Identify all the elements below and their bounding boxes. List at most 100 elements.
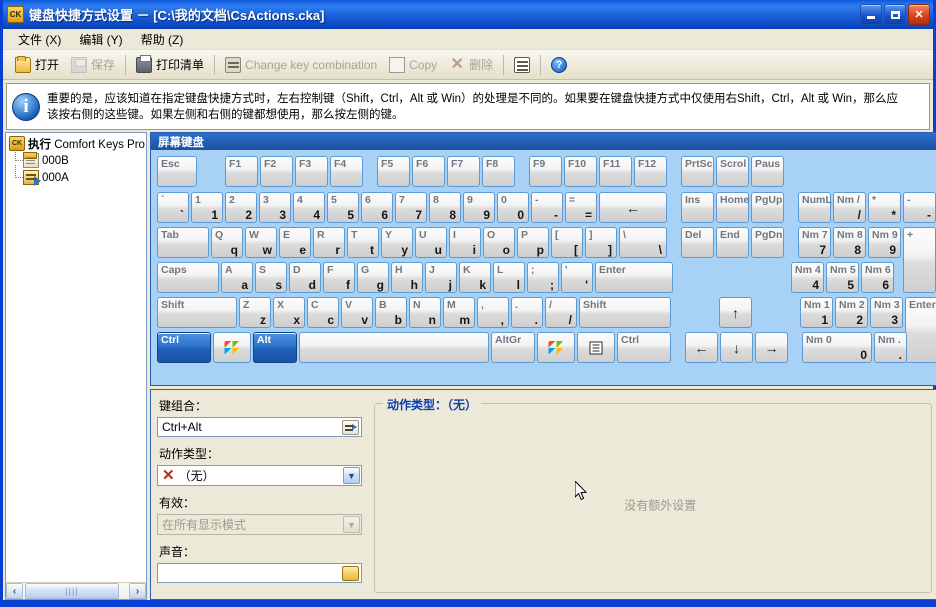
copy-button[interactable]: Copy [383,53,443,77]
key-nm-0[interactable]: Nm 0 0 [802,332,872,363]
chevron-down-icon[interactable]: ▼ [343,516,360,533]
minimize-button[interactable] [860,4,882,25]
key-9[interactable]: 99 [463,192,495,223]
key-nm-1[interactable]: Nm 1 1 [800,297,833,328]
key-blank[interactable]: ↓ [720,332,753,363]
key-5[interactable]: 55 [327,192,359,223]
key-pgdn[interactable]: PgDn [751,227,784,258]
key-f[interactable]: Ff [323,262,355,293]
key-0[interactable]: 00 [497,192,529,223]
key-nm-2[interactable]: Nm 2 2 [835,297,868,328]
valid-select[interactable]: 在所有显示模式 ▼ [157,514,362,535]
key-blank[interactable]: ← [599,192,667,223]
tree-horizontal-scrollbar[interactable]: ‹ |||| › [6,582,146,599]
key-blank[interactable]: ' ' [561,262,593,293]
sound-field[interactable] [157,563,362,583]
key-f2[interactable]: F2 [260,156,293,187]
key-end[interactable]: End [716,227,749,258]
key-esc[interactable]: Esc [157,156,197,187]
key-1[interactable]: 11 [191,192,223,223]
print-list-button[interactable]: 打印清单 [130,53,210,77]
key-f6[interactable]: F6 [412,156,445,187]
chevron-down-icon[interactable]: ▼ [343,467,360,484]
key-u[interactable]: Uu [415,227,447,258]
key-blank[interactable]: * * [868,192,901,223]
key-q[interactable]: Qq [211,227,243,258]
key-blank[interactable]: → [755,332,788,363]
tree-item-000b[interactable]: 000B [9,148,146,169]
key-blank[interactable]: ;; [527,262,559,293]
key-nm[interactable]: Nm .. [874,332,907,363]
change-key-combination-button[interactable]: Change key combination [219,53,383,77]
key-blank[interactable]: .. [511,297,543,328]
key-f8[interactable]: F8 [482,156,515,187]
key-nm-4[interactable]: Nm 4 4 [791,262,824,293]
key-scrol[interactable]: Scrol [716,156,749,187]
key-7[interactable]: 77 [395,192,427,223]
key-shift[interactable]: Shift [579,297,671,328]
key-home[interactable]: Home [716,192,749,223]
help-button[interactable]: ? [545,53,573,77]
key-windows-logo[interactable] [213,332,251,363]
key-blank[interactable] [299,332,489,363]
key-v[interactable]: Vv [341,297,373,328]
key-t[interactable]: Tt [347,227,379,258]
close-button[interactable]: ✕ [908,4,930,25]
key-f12[interactable]: F12 [634,156,667,187]
key-g[interactable]: Gg [357,262,389,293]
key-blank[interactable]: \ \ [619,227,667,258]
key-w[interactable]: Ww [245,227,277,258]
key-numl[interactable]: NumL [798,192,832,223]
key-nm-6[interactable]: Nm 6 6 [861,262,894,293]
menu-item-file[interactable]: 文件 (X) [9,29,70,50]
key-x[interactable]: Xx [273,297,305,328]
key-f9[interactable]: F9 [529,156,562,187]
key-p[interactable]: Pp [517,227,549,258]
browse-sound-icon[interactable] [342,566,359,581]
scroll-thumb[interactable]: |||| [25,583,119,599]
key-blank[interactable]: ↑ [719,297,752,328]
key-blank[interactable]: / / [545,297,577,328]
key-f10[interactable]: F10 [564,156,597,187]
save-button[interactable]: 保存 [65,53,121,77]
key-i[interactable]: Ii [449,227,481,258]
key-h[interactable]: Hh [391,262,423,293]
key-altgr[interactable]: AltGr [491,332,535,363]
key-f1[interactable]: F1 [225,156,258,187]
key-ctrl[interactable]: Ctrl [157,332,211,363]
scroll-right-button[interactable]: › [129,583,146,599]
key-tab[interactable]: Tab [157,227,209,258]
key-c[interactable]: Cc [307,297,339,328]
key-f4[interactable]: F4 [330,156,363,187]
key-enter[interactable]: Enter [905,297,936,363]
key-blank[interactable]: = = [565,192,597,223]
menu-item-help[interactable]: 帮助 (Z) [132,29,193,50]
action-tree[interactable]: CK 执行 Comfort Keys Pro 000B 000A [6,133,146,582]
key-3[interactable]: 33 [259,192,291,223]
key-j[interactable]: Jj [425,262,457,293]
key-n[interactable]: Nn [409,297,441,328]
key-blank[interactable]: ]] [585,227,617,258]
key-enter[interactable]: Enter [595,262,673,293]
pick-key-combination-button[interactable] [342,420,359,435]
key-blank[interactable]: [[ [551,227,583,258]
key-nm-9[interactable]: Nm 9 9 [868,227,901,258]
key-ins[interactable]: Ins [681,192,714,223]
key-y[interactable]: Yy [381,227,413,258]
key-blank[interactable]: -- [903,192,936,223]
key-windows-logo[interactable] [537,332,575,363]
key-z[interactable]: Zz [239,297,271,328]
key-4[interactable]: 44 [293,192,325,223]
key-nm-3[interactable]: Nm 3 3 [870,297,903,328]
key-o[interactable]: Oo [483,227,515,258]
key-blank[interactable]: ← [685,332,718,363]
key-k[interactable]: Kk [459,262,491,293]
maximize-button[interactable] [884,4,906,25]
key-d[interactable]: Dd [289,262,321,293]
key-caps[interactable]: Caps [157,262,219,293]
tree-item-000a[interactable]: 000A [9,165,146,186]
key-s[interactable]: Ss [255,262,287,293]
key-ctrl[interactable]: Ctrl [617,332,671,363]
tree-item-root[interactable]: CK 执行 Comfort Keys Pro [9,135,146,152]
scroll-track[interactable]: |||| [23,583,129,599]
